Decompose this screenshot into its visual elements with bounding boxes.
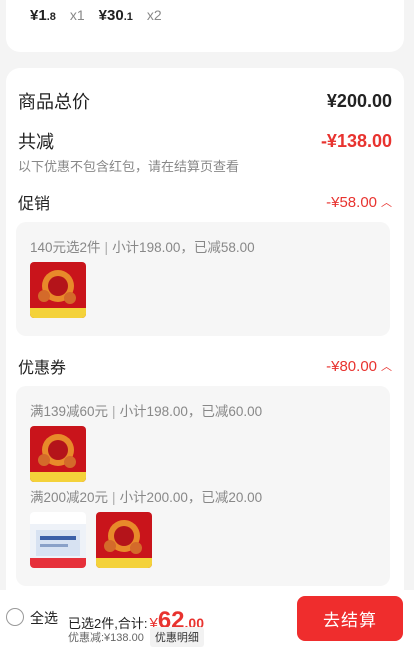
coupon-line: 满139减60元 | 小计198.00，已减60.00 [30, 404, 263, 419]
coupon-line: 满200减20元 | 小计200.00，已减20.00 [30, 490, 263, 505]
product-thumbnail[interactable] [30, 512, 86, 568]
coupon-detail-box: 满139减60元 | 小计198.00，已减60.00 满200减20元 | 小计200… [16, 386, 390, 586]
promo-line: 140元选2件 | 小计198.00，已减58.00 [30, 240, 255, 255]
checkout-bar: 全选 已选2件,合计: ¥62.00 优惠减:¥138.00 优惠明细 去结算 [0, 590, 414, 650]
total-value: ¥200.00 [326, 90, 392, 111]
checkout-button[interactable]: 去结算 [297, 596, 403, 641]
item-price: ¥1.8 [30, 7, 56, 24]
item-qty: x1 [69, 7, 85, 23]
item-price: ¥30.1 [98, 7, 133, 24]
discount-detail-button[interactable]: 优惠明细 [149, 627, 204, 647]
product-thumbnail[interactable] [30, 262, 86, 318]
promo-header[interactable]: 促销 -¥58.00 ︿ [18, 190, 392, 214]
promo-amount-toggle[interactable]: -¥58.00 ︿ [326, 194, 392, 211]
coupon-title: 优惠券 [18, 360, 67, 377]
promo-detail-box: 140元选2件 | 小计198.00，已减58.00 [16, 222, 390, 336]
top-items-row: ¥1.8 x1 ¥30.1 x2 [30, 7, 176, 24]
select-all-label[interactable]: 全选 [30, 608, 58, 628]
chevron-up-icon: ︿ [381, 197, 392, 209]
select-all-radio[interactable] [6, 608, 24, 626]
item-qty: x2 [146, 7, 162, 23]
total-label: 商品总价 [18, 92, 90, 112]
chevron-up-icon: ︿ [381, 361, 392, 373]
price-summary-card: 商品总价 ¥200.00 共减 -¥138.00 以下优惠不包含红包，请在结算页… [6, 68, 404, 608]
saved-amount: 优惠减:¥138.00 优惠明细 [68, 627, 204, 647]
discount-label: 共减 [18, 132, 54, 152]
product-thumbnail[interactable] [30, 426, 86, 482]
product-thumbnail[interactable] [96, 512, 152, 568]
discount-note: 以下优惠不包含红包，请在结算页查看 [18, 159, 240, 174]
discount-value: -¥138.00 [320, 130, 392, 151]
discount-row: 共减 -¥138.00 [18, 128, 392, 154]
coupon-amount-toggle[interactable]: -¥80.00 ︿ [326, 358, 392, 375]
total-row: 商品总价 ¥200.00 [18, 88, 392, 114]
top-items-card: ¥1.8 x1 ¥30.1 x2 [6, 0, 404, 52]
coupon-header[interactable]: 优惠券 -¥80.00 ︿ [18, 354, 392, 378]
promo-title: 促销 [18, 196, 51, 213]
